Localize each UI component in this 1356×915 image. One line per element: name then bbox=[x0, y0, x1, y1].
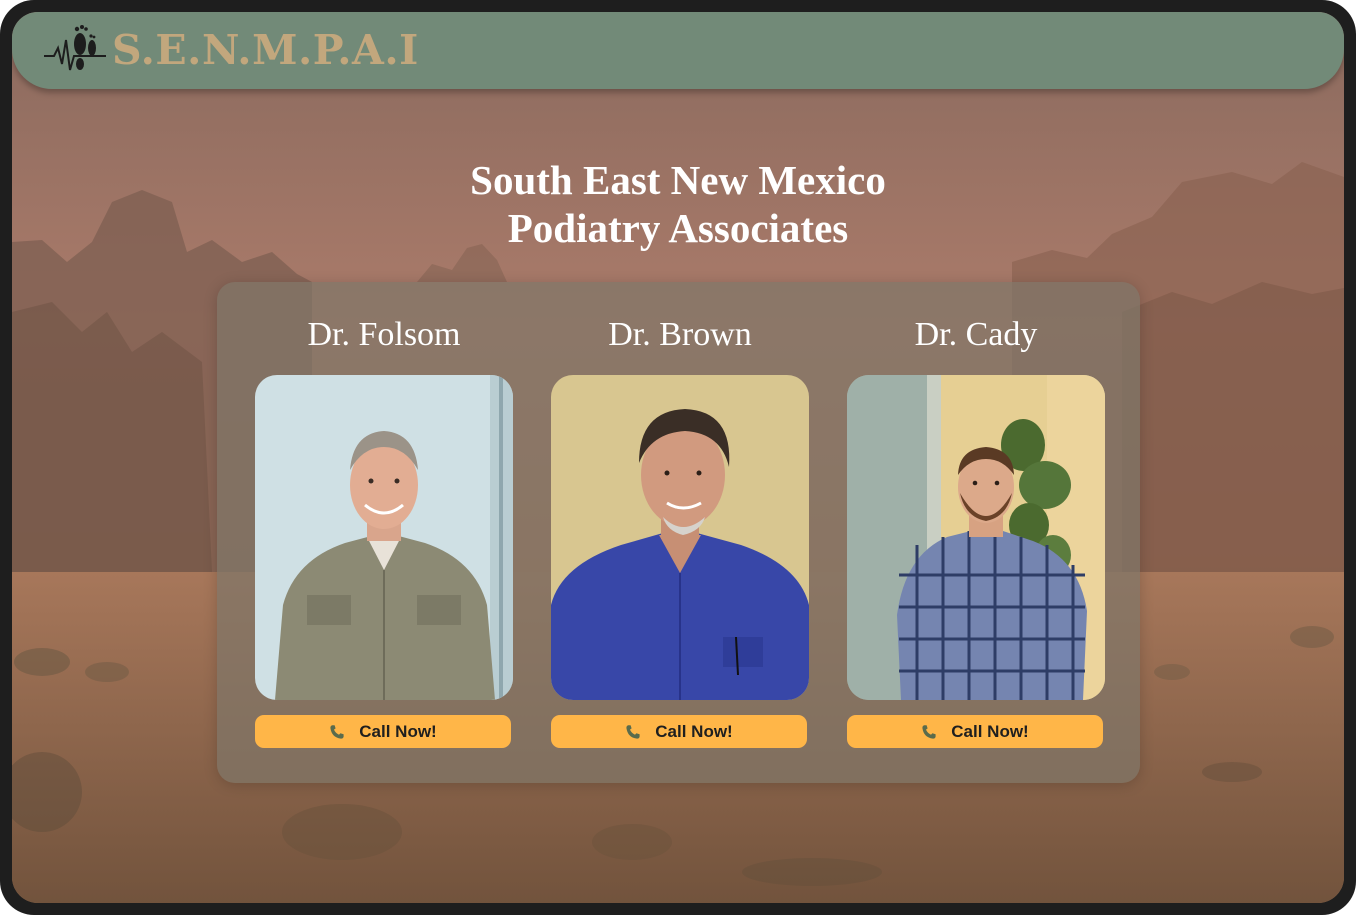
device-frame: S.E.N.M.P.A.I South East New Mexico Podi… bbox=[0, 0, 1356, 915]
call-now-button[interactable]: Call Now! bbox=[255, 715, 511, 748]
doctor-photo bbox=[255, 375, 513, 700]
call-now-button[interactable]: Call Now! bbox=[551, 715, 807, 748]
top-navbar: S.E.N.M.P.A.I bbox=[12, 12, 1344, 89]
phone-icon bbox=[330, 724, 344, 739]
doctors-panel: Dr. Folsom Call Now! Dr. Brown Call Now!… bbox=[217, 282, 1140, 783]
page-title-line-1: South East New Mexico bbox=[470, 157, 886, 203]
page-viewport: S.E.N.M.P.A.I South East New Mexico Podi… bbox=[12, 12, 1344, 903]
doctor-name: Dr. Brown bbox=[608, 316, 752, 353]
doctor-name: Dr. Cady bbox=[914, 316, 1038, 353]
footprint-heartbeat-icon[interactable] bbox=[44, 20, 106, 78]
doctor-name: Dr. Folsom bbox=[307, 316, 461, 353]
phone-icon bbox=[626, 724, 640, 739]
doctor-photo bbox=[847, 375, 1105, 700]
call-now-label: Call Now! bbox=[951, 721, 1029, 741]
call-now-button[interactable]: Call Now! bbox=[847, 715, 1103, 748]
doctor-photo bbox=[551, 375, 809, 700]
phone-icon bbox=[922, 724, 936, 739]
page-title-line-2: Podiatry Associates bbox=[507, 205, 849, 251]
page-title: South East New Mexico Podiatry Associate… bbox=[12, 156, 1344, 252]
brand-logo-text[interactable]: S.E.N.M.P.A.I bbox=[112, 22, 419, 78]
call-now-label: Call Now! bbox=[359, 721, 437, 741]
call-now-label: Call Now! bbox=[655, 721, 733, 741]
